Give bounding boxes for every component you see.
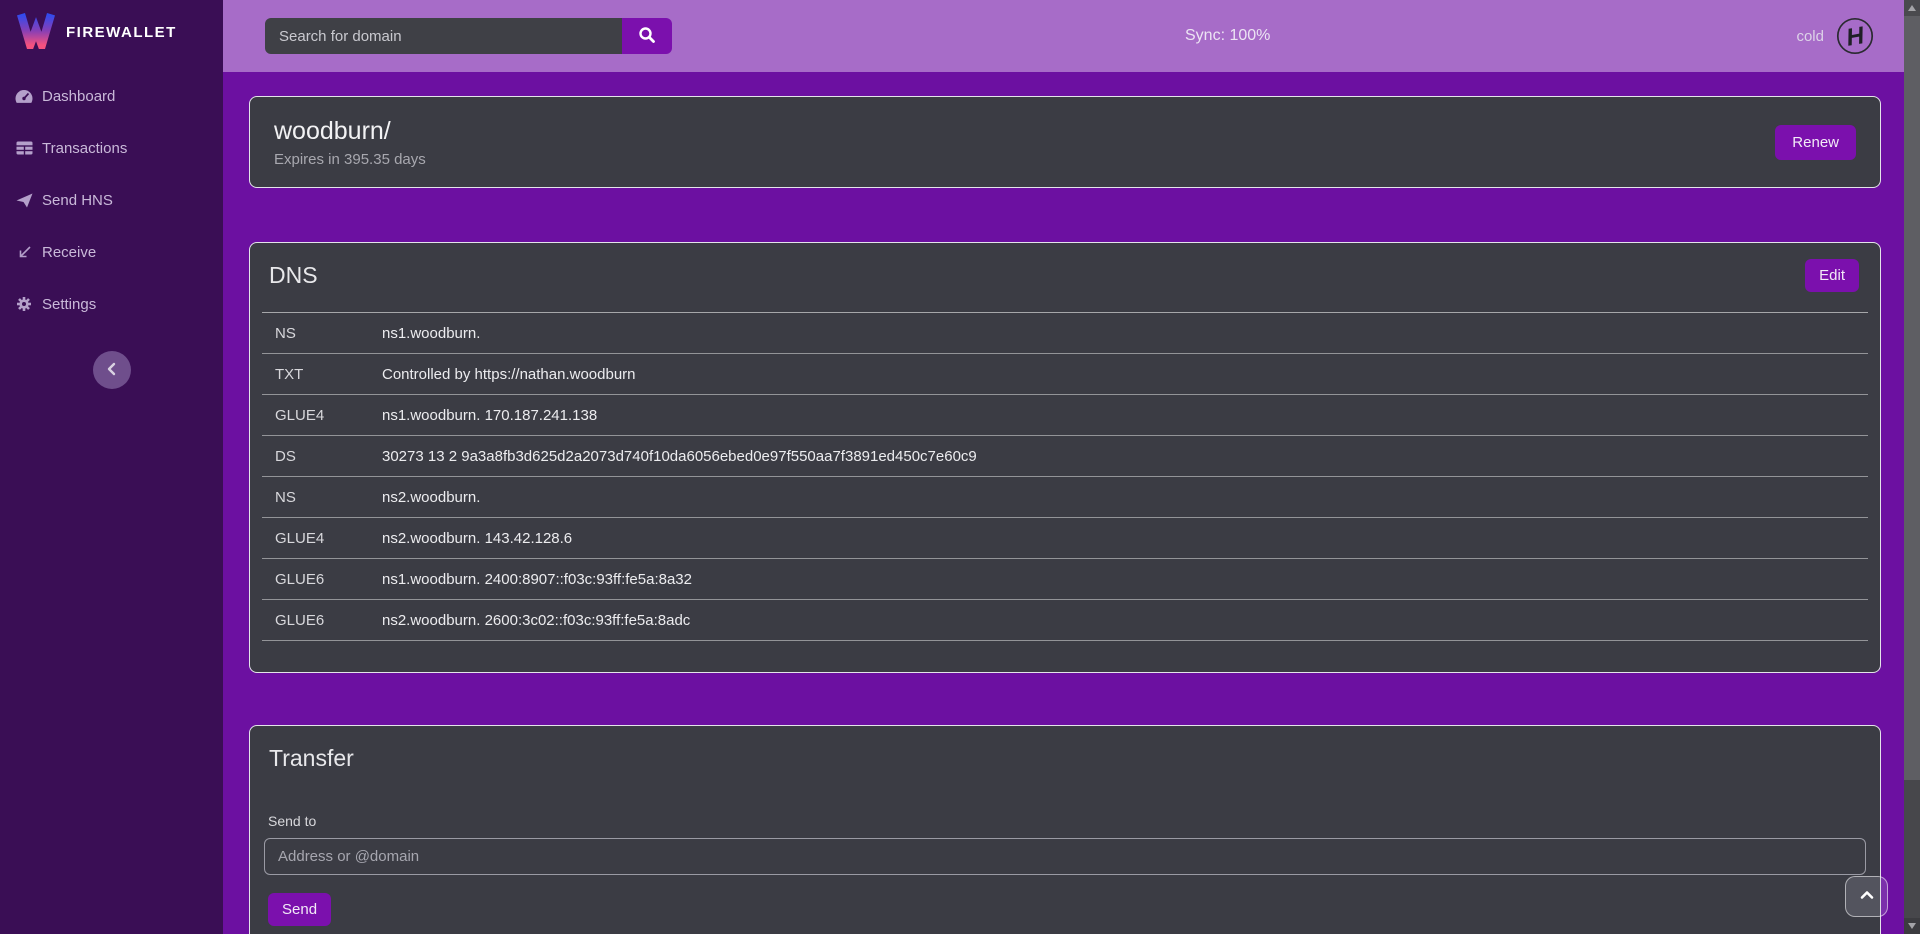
dns-record-type: GLUE4	[275, 407, 382, 424]
sidebar-item-settings[interactable]: Settings	[0, 278, 223, 330]
chevron-left-icon	[105, 361, 119, 380]
brand: FIREWALLET	[0, 0, 223, 62]
sidebar-collapse-button[interactable]	[93, 351, 131, 389]
dns-record-row: GLUE6ns2.woodburn. 2600:3c02::f03c:93ff:…	[262, 600, 1868, 641]
dns-record-value: ns1.woodburn. 2400:8907::f03c:93ff:fe5a:…	[382, 571, 692, 588]
dns-record-value: 30273 13 2 9a3a8fb3d625d2a2073d740f10da6…	[382, 448, 977, 465]
dns-record-value: ns2.woodburn. 143.42.128.6	[382, 530, 572, 547]
sidebar-item-send-hns[interactable]: Send HNS	[0, 174, 223, 226]
dns-card: DNS Edit NSns1.woodburn.TXTControlled by…	[249, 242, 1881, 673]
main-content: woodburn/ Expires in 395.35 days Renew D…	[223, 72, 1904, 934]
svg-text:H: H	[1844, 22, 1866, 52]
dns-record-type: NS	[275, 489, 382, 506]
dashboard-gauge-icon	[15, 87, 33, 105]
gear-icon	[15, 295, 33, 313]
scrollbar-thumb[interactable]	[1904, 16, 1920, 780]
domain-card: woodburn/ Expires in 395.35 days Renew	[249, 96, 1881, 188]
search-button[interactable]	[622, 18, 672, 54]
transfer-card: Transfer Send to Send	[249, 725, 1881, 934]
sidebar: FIREWALLET Dashboard	[0, 0, 223, 934]
domain-name: woodburn/	[274, 117, 426, 146]
dns-record-value: Controlled by https://nathan.woodburn	[382, 366, 636, 383]
send-transfer-button[interactable]: Send	[268, 893, 331, 926]
paper-plane-icon	[15, 191, 33, 209]
wallet-name-label: cold	[1796, 28, 1824, 45]
dns-record-type: GLUE4	[275, 530, 382, 547]
chevron-up-icon	[1859, 889, 1875, 904]
vertical-scrollbar[interactable]	[1904, 0, 1920, 934]
dns-record-row: DS30273 13 2 9a3a8fb3d625d2a2073d740f10d…	[262, 436, 1868, 477]
dns-record-row: GLUE4ns2.woodburn. 143.42.128.6	[262, 518, 1868, 559]
sidebar-nav: Dashboard Transactions	[0, 70, 223, 330]
domain-card-text: woodburn/ Expires in 395.35 days	[274, 117, 426, 168]
sidebar-item-label: Receive	[42, 244, 96, 261]
app-window: FIREWALLET Dashboard	[0, 0, 1920, 934]
sync-status: Sync: 100%	[1185, 0, 1270, 72]
dns-record-row: GLUE4ns1.woodburn. 170.187.241.138	[262, 395, 1868, 436]
topbar: Sync: 100% cold H	[223, 0, 1904, 72]
sidebar-item-label: Transactions	[42, 140, 127, 157]
dns-record-type: GLUE6	[275, 571, 382, 588]
transfer-address-input[interactable]	[264, 838, 1866, 875]
brand-name: FIREWALLET	[66, 24, 177, 41]
dns-record-value: ns2.woodburn.	[382, 489, 480, 506]
transfer-title: Transfer	[269, 742, 1866, 772]
dns-record-row: TXTControlled by https://nathan.woodburn	[262, 354, 1868, 395]
edit-dns-button[interactable]: Edit	[1805, 259, 1859, 292]
search-input[interactable]	[265, 18, 622, 54]
firewallet-logo-icon	[16, 11, 56, 54]
magnifier-icon	[638, 26, 656, 47]
sidebar-item-label: Dashboard	[42, 88, 115, 105]
dns-record-row: NSns2.woodburn.	[262, 477, 1868, 518]
sidebar-item-transactions[interactable]: Transactions	[0, 122, 223, 174]
dns-record-value: ns1.woodburn.	[382, 325, 480, 342]
sidebar-item-receive[interactable]: Receive	[0, 226, 223, 278]
sidebar-item-label: Settings	[42, 296, 96, 313]
renew-button[interactable]: Renew	[1775, 125, 1856, 160]
dns-record-type: DS	[275, 448, 382, 465]
send-to-label: Send to	[268, 813, 1866, 829]
scrollbar-down-arrow-icon[interactable]	[1904, 918, 1920, 934]
dns-record-type: GLUE6	[275, 612, 382, 629]
dns-record-type: NS	[275, 325, 382, 342]
wallet-area: cold H	[1796, 0, 1874, 72]
dns-card-header: DNS Edit	[250, 243, 1880, 312]
dns-record-value: ns2.woodburn. 2600:3c02::f03c:93ff:fe5a:…	[382, 612, 690, 629]
dns-record-type: TXT	[275, 366, 382, 383]
sidebar-item-label: Send HNS	[42, 192, 113, 209]
handshake-logo-icon[interactable]: H	[1836, 17, 1874, 55]
arrow-down-left-icon	[15, 243, 33, 261]
sidebar-item-dashboard[interactable]: Dashboard	[0, 70, 223, 122]
scroll-to-top-button[interactable]	[1845, 876, 1888, 917]
dns-title: DNS	[269, 259, 318, 289]
dns-record-value: ns1.woodburn. 170.187.241.138	[382, 407, 597, 424]
table-icon	[15, 139, 33, 157]
scrollbar-up-arrow-icon[interactable]	[1904, 0, 1920, 16]
search-group	[265, 18, 672, 54]
dns-record-row: GLUE6ns1.woodburn. 2400:8907::f03c:93ff:…	[262, 559, 1868, 600]
domain-expiry: Expires in 395.35 days	[274, 151, 426, 168]
dns-record-row: NSns1.woodburn.	[262, 313, 1868, 354]
dns-records: NSns1.woodburn.TXTControlled by https://…	[262, 312, 1868, 641]
